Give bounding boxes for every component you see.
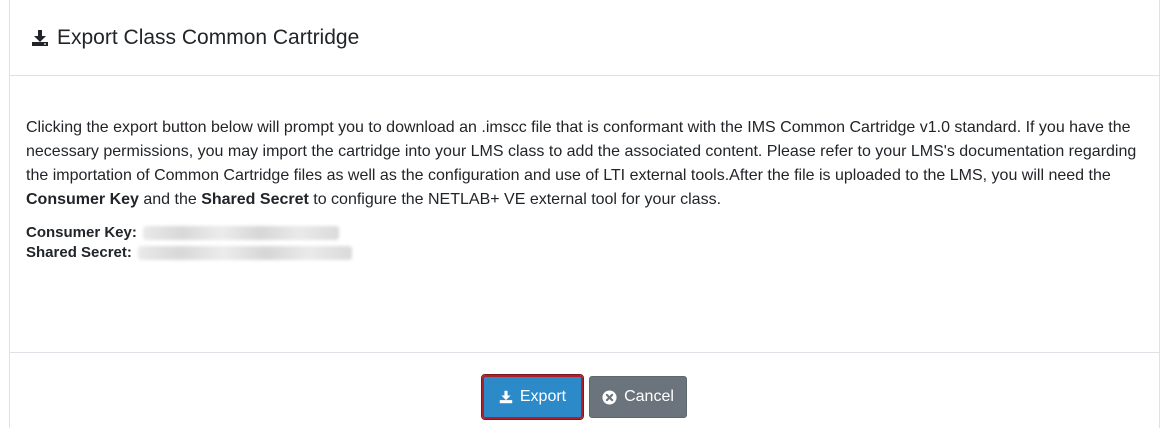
download-icon [499,390,513,404]
description-text-1: Clicking the export button below will pr… [26,119,1137,184]
dialog-title-text: Export Class Common Cartridge [57,25,360,49]
dialog-body: Clicking the export button below will pr… [10,76,1159,353]
description-text-2: and the [138,191,202,208]
cancel-button[interactable]: Cancel [589,376,687,418]
consumer-key-value-redacted [142,226,339,240]
export-description: Clicking the export button below will pr… [26,116,1143,212]
shared-secret-row: Shared Secret: [26,243,1143,263]
consumer-key-row: Consumer Key: [26,223,1143,243]
credentials: Consumer Key: Shared Secret: [26,223,1143,263]
close-circle-icon [602,389,617,405]
export-cartridge-dialog: Export Class Common Cartridge Clicking t… [9,0,1160,428]
description-text-3: to configure the NETLAB+ VE external too… [308,191,722,208]
cancel-button-label: Cancel [624,388,674,405]
dialog-title: Export Class Common Cartridge [31,26,359,50]
description-consumer-key: Consumer Key [26,191,139,208]
export-button-label: Export [519,388,567,405]
export-button[interactable]: Export [481,374,584,420]
shared-secret-label: Shared Secret: [26,244,132,261]
download-icon [31,29,49,47]
shared-secret-value-redacted [137,246,352,260]
dialog-header: Export Class Common Cartridge [10,0,1159,76]
description-shared-secret: Shared Secret [201,191,309,208]
consumer-key-label: Consumer Key: [26,224,137,241]
dialog-footer: Export Cancel [10,353,1159,428]
